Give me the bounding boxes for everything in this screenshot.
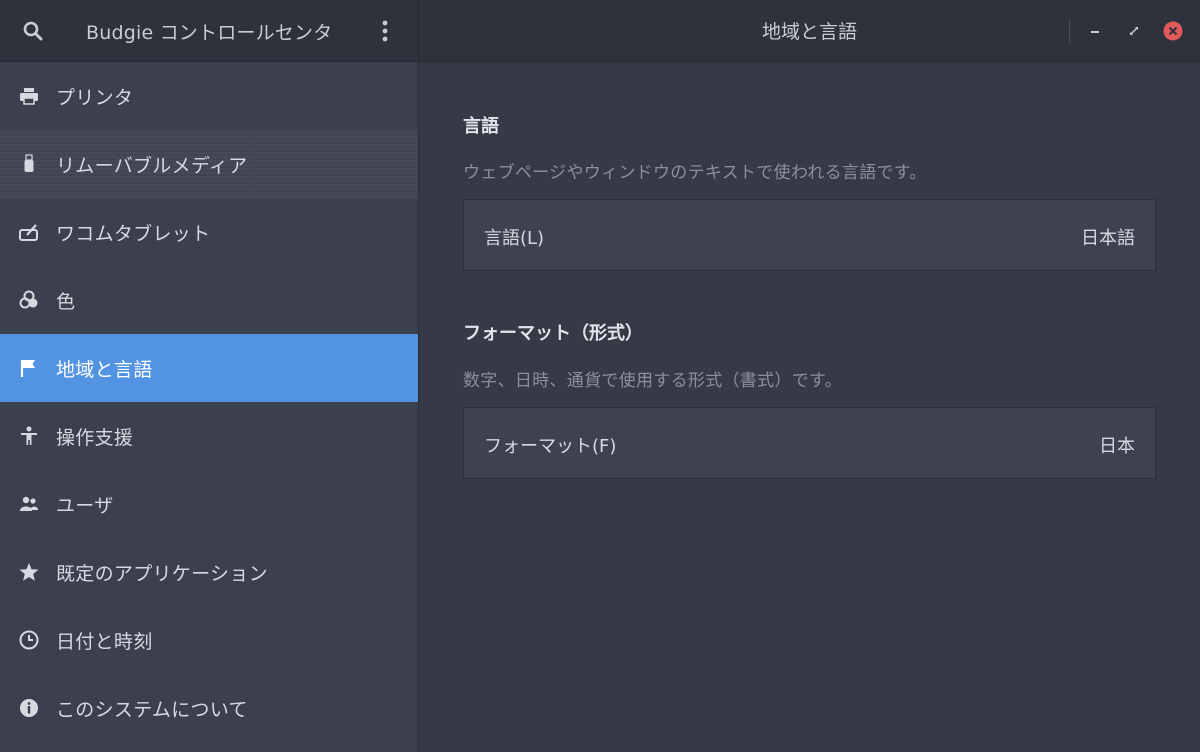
sidebar-item-printers[interactable]: プリンタ [0, 62, 418, 130]
sidebar-item-label: ワコムタブレット [56, 222, 211, 245]
header-left-pane: Budgie コントロールセンタ [0, 0, 419, 62]
app-title: Budgie コントロールセンタ [86, 22, 333, 44]
sidebar-item-label: 既定のアプリケーション [56, 562, 268, 585]
language-row[interactable]: 言語(L) 日本語 [463, 199, 1156, 271]
control-center-window: Budgie コントロールセンタ 地域と言語 プリンタ リムーバブルメディア ワ… [0, 0, 1200, 752]
sidebar-item-label: 操作支援 [56, 426, 134, 449]
close-icon[interactable] [1162, 20, 1184, 42]
formats-section-description: 数字、日時、通貨で使用する形式（書式）です。 [463, 371, 842, 391]
header-bar: Budgie コントロールセンタ 地域と言語 [0, 0, 1200, 62]
sidebar-item-accessibility[interactable]: 操作支援 [0, 402, 418, 470]
sidebar-item-label: 日付と時刻 [56, 630, 153, 653]
info-icon [18, 697, 40, 719]
color-circles-icon [18, 289, 40, 311]
header-separator [1069, 19, 1070, 43]
search-icon[interactable] [22, 20, 44, 42]
formats-section-title: フォーマット（形式） [463, 323, 643, 344]
language-row-label: 言語(L) [484, 228, 545, 249]
page-title: 地域と言語 [761, 21, 857, 43]
sidebar-item-label: ユーザ [56, 494, 114, 517]
restore-icon[interactable] [1123, 20, 1145, 42]
flag-icon [18, 357, 40, 379]
accessibility-person-icon [18, 425, 40, 447]
language-section-description: ウェブページやウィンドウのテキストで使われる言語です。 [463, 163, 927, 183]
star-icon [18, 561, 40, 583]
sidebar-item-wacom-tablet[interactable]: ワコムタブレット [0, 198, 418, 266]
tablet-pen-icon [18, 221, 40, 243]
language-section-title: 言語 [463, 116, 499, 137]
printer-icon [18, 85, 40, 107]
formats-row[interactable]: フォーマット(F) 日本 [463, 407, 1156, 479]
sidebar-item-about[interactable]: このシステムについて [0, 674, 418, 742]
users-icon [18, 493, 40, 515]
minimize-icon[interactable] [1084, 20, 1106, 42]
sidebar-item-label: リムーバブルメディア [56, 154, 248, 177]
formats-row-label: フォーマット(F) [484, 436, 617, 457]
usb-drive-icon [18, 153, 40, 175]
sidebar-item-label: 地域と言語 [56, 358, 153, 381]
sidebar-item-label: 色 [56, 290, 76, 313]
sidebar-item-label: このシステムについて [56, 698, 248, 721]
sidebar-item-default-apps[interactable]: 既定のアプリケーション [0, 538, 418, 606]
language-row-value: 日本語 [1081, 228, 1135, 249]
sidebar-item-removable-media[interactable]: リムーバブルメディア [0, 130, 418, 198]
sidebar-item-users[interactable]: ユーザ [0, 470, 418, 538]
formats-row-value: 日本 [1099, 436, 1135, 457]
sidebar-item-region-language[interactable]: 地域と言語 [0, 334, 418, 402]
sidebar-item-color[interactable]: 色 [0, 266, 418, 334]
sidebar-item-date-time[interactable]: 日付と時刻 [0, 606, 418, 674]
sidebar: プリンタ リムーバブルメディア ワコムタブレット 色 地域と言語 操作支援 ユー… [0, 62, 419, 752]
clock-icon [18, 629, 40, 651]
header-right-pane: 地域と言語 [419, 0, 1200, 62]
more-vertical-icon[interactable] [376, 19, 394, 43]
sidebar-item-label: プリンタ [56, 86, 134, 109]
region-language-panel: 言語 ウェブページやウィンドウのテキストで使われる言語です。 言語(L) 日本語… [420, 62, 1200, 752]
